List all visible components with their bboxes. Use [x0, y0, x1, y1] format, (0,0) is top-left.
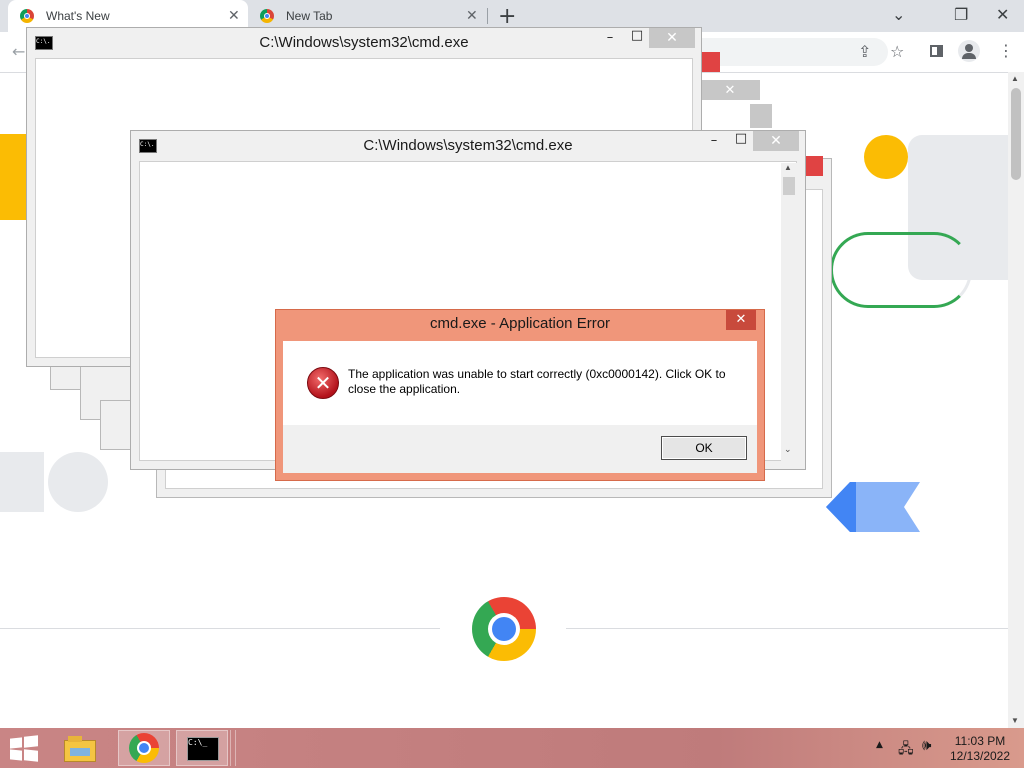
profile-icon[interactable]	[958, 40, 980, 62]
ok-button[interactable]: OK	[661, 436, 747, 460]
maximize-button[interactable]: □	[726, 131, 756, 151]
share-icon[interactable]: ⇪	[858, 42, 871, 61]
tab-label: What's New	[46, 9, 110, 23]
ghost-close-red	[700, 52, 720, 72]
console-scrollbar[interactable]: ▲ ⌄	[781, 163, 797, 463]
menu-icon[interactable]: ⋮	[998, 41, 1014, 60]
scroll-up-icon[interactable]: ▲	[1011, 74, 1019, 83]
tab-close-icon[interactable]: ✕	[228, 7, 240, 24]
clock-date: 12/13/2022	[949, 749, 1011, 763]
tab-label: New Tab	[286, 9, 333, 23]
chrome-tab-icon	[20, 9, 34, 23]
dialog-body: ✕ The application was unable to start co…	[283, 341, 757, 425]
error-dialog[interactable]: cmd.exe - Application Error ✕ ✕ The appl…	[275, 309, 765, 481]
clock-time: 11:03 PM	[954, 734, 1006, 748]
chrome-icon	[129, 733, 159, 763]
dialog-close-button[interactable]: ✕	[726, 310, 756, 330]
clock[interactable]: 11:03 PM 12/13/2022	[946, 734, 1014, 764]
decor-yellow-circle	[864, 135, 908, 179]
decor-green-pill	[830, 232, 972, 308]
ghost-close	[750, 104, 772, 128]
volume-icon[interactable]: 🕪	[922, 736, 931, 754]
tray-expand-icon[interactable]: ▲	[876, 740, 883, 750]
new-tab-button[interactable]: +	[498, 4, 516, 29]
restore-icon[interactable]: ❐	[954, 5, 968, 24]
decor-blue-ribbon	[826, 482, 920, 532]
divider-right	[566, 628, 1008, 629]
error-icon: ✕	[307, 367, 339, 399]
file-explorer-icon[interactable]	[64, 736, 96, 762]
tab-divider	[487, 8, 488, 24]
taskbar-chrome-button[interactable]	[118, 730, 170, 766]
chrome-tab-icon	[260, 9, 274, 23]
close-button[interactable]: ✕	[649, 28, 695, 48]
tab-search-icon[interactable]: ⌄	[892, 5, 905, 24]
divider-left	[0, 628, 440, 629]
taskbar-stack-edge	[230, 730, 236, 766]
ghost-close: ✕	[700, 80, 760, 100]
page-scrollbar-thumb[interactable]	[1011, 88, 1021, 180]
sidebar-icon[interactable]	[930, 45, 943, 57]
tab-close-icon[interactable]: ✕	[466, 7, 478, 24]
dialog-message: The application was unable to start corr…	[348, 367, 726, 396]
taskbar-cmd-button[interactable]: C:\_	[176, 730, 228, 766]
back-icon[interactable]: ←	[12, 42, 25, 61]
minimize-button[interactable]: –	[699, 133, 729, 153]
scroll-down-icon[interactable]: ▼	[1011, 716, 1019, 725]
maximize-button[interactable]: □	[622, 28, 652, 48]
minimize-button[interactable]: –	[595, 30, 625, 50]
close-window-icon[interactable]: ✕	[996, 5, 1009, 24]
close-button[interactable]: ✕	[753, 131, 799, 151]
chrome-logo	[472, 597, 536, 661]
dialog-footer: OK	[283, 425, 757, 473]
network-icon[interactable]: 🖧	[898, 738, 914, 762]
cmd-icon: C:\_	[187, 737, 219, 761]
ghost-close-red	[805, 156, 823, 176]
start-icon[interactable]	[10, 735, 38, 762]
star-icon[interactable]: ☆	[890, 42, 904, 61]
decor-gray-circle	[48, 452, 108, 512]
dialog-title: cmd.exe - Application Error	[429, 315, 611, 332]
decor-gray-square	[0, 452, 44, 512]
decor-yellow-block	[0, 134, 26, 220]
